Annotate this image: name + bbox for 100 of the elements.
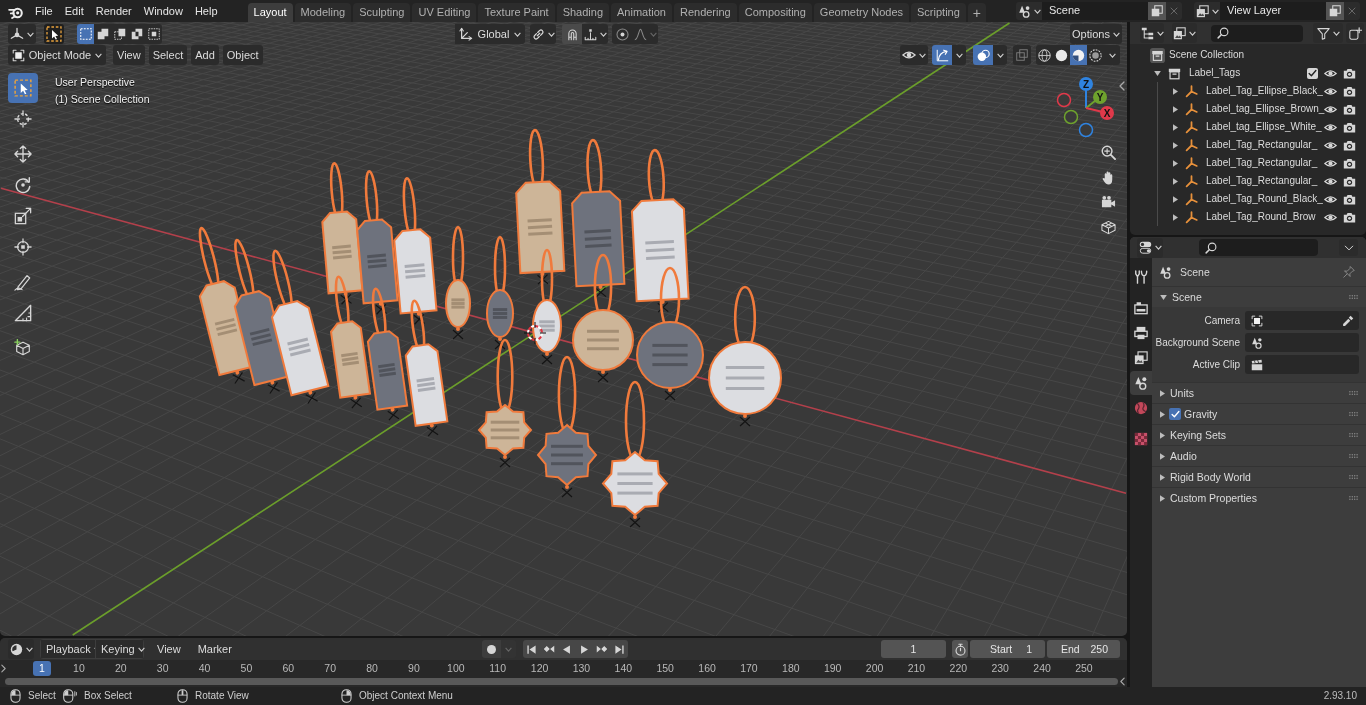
ring-icon[interactable] xyxy=(1063,109,1079,125)
end-frame-field[interactable]: End 250 xyxy=(1047,640,1120,658)
menu-dropdown[interactable]: Playback xyxy=(41,640,95,658)
outliner-item[interactable]: Label_tag_Ellipse_Brown_ xyxy=(1206,103,1325,115)
shading-mode-button[interactable] xyxy=(1087,45,1104,65)
checkbox[interactable] xyxy=(1307,67,1318,79)
clip-field[interactable] xyxy=(1245,355,1359,374)
camera-icon[interactable] xyxy=(1343,120,1356,134)
playhead[interactable]: 1 xyxy=(33,661,51,676)
add-workspace-button[interactable]: + xyxy=(967,3,986,22)
shading-mode-button[interactable] xyxy=(1036,45,1053,65)
ring-icon[interactable] xyxy=(1078,122,1094,138)
axis-handle[interactable]: Z xyxy=(1079,77,1093,109)
new-collection-button[interactable] xyxy=(1346,23,1364,43)
start-frame-field[interactable]: Start 1 xyxy=(970,640,1045,658)
scrollbar[interactable] xyxy=(5,678,1118,685)
options-dropdown[interactable] xyxy=(1339,239,1358,256)
outliner-item[interactable]: Label_Tag_Ellipse_Black_ xyxy=(1206,85,1323,97)
disclosure-triangle-icon[interactable] xyxy=(1173,141,1178,149)
drag-handle-icon[interactable] xyxy=(1349,433,1358,437)
view-layer-dropdown[interactable] xyxy=(1172,23,1197,43)
workspace-tab[interactable]: Scripting xyxy=(911,3,966,22)
editor-type-button[interactable] xyxy=(8,24,36,44)
view-layer-browse-button[interactable] xyxy=(1194,2,1220,20)
drag-handle-icon[interactable] xyxy=(1349,475,1358,479)
disclosure-triangle-icon[interactable] xyxy=(1173,159,1178,167)
disclosure-triangle-icon[interactable] xyxy=(1160,431,1165,439)
menu-item[interactable]: Help xyxy=(188,1,224,21)
menu-item[interactable]: View xyxy=(113,45,145,65)
workspace-tab[interactable]: Shading xyxy=(556,3,610,22)
panel-title[interactable]: Custom Properties xyxy=(1170,491,1257,505)
disclosure-triangle-icon[interactable] xyxy=(1160,494,1165,502)
disclosure-triangle-icon[interactable] xyxy=(1160,294,1167,300)
visibility-dropdown[interactable] xyxy=(900,45,928,65)
menu-item[interactable]: Add xyxy=(191,45,219,65)
disclosure-triangle-icon[interactable] xyxy=(1160,473,1165,481)
checkbox[interactable] xyxy=(1169,408,1181,420)
new-view-layer-button[interactable] xyxy=(1326,2,1344,20)
outliner-item[interactable]: Label_Tags xyxy=(1189,67,1241,79)
xray-toggle[interactable] xyxy=(1013,45,1031,65)
mode-dropdown[interactable]: Object Mode xyxy=(8,45,106,65)
falloff-dropdown[interactable] xyxy=(632,24,658,44)
workspace-tab[interactable]: Texture Paint xyxy=(478,3,555,22)
camera-icon[interactable] xyxy=(1343,138,1356,152)
menu-dropdown[interactable]: Keying xyxy=(95,640,143,658)
menu-item[interactable]: Render xyxy=(89,1,138,21)
panel-title[interactable]: Rigid Body World xyxy=(1170,470,1251,484)
selection-mode-button[interactable] xyxy=(145,24,162,44)
search-field[interactable] xyxy=(1211,24,1303,42)
outliner-item[interactable]: Label_Tag_Rectangular_ xyxy=(1206,157,1318,169)
camera-icon[interactable] xyxy=(1343,102,1357,116)
disclosure-triangle-icon[interactable] xyxy=(1160,389,1165,397)
disclosure-triangle-icon[interactable] xyxy=(1173,87,1178,95)
eyedropper-icon[interactable] xyxy=(1342,314,1354,327)
scene-field[interactable] xyxy=(1245,333,1359,352)
menu-item[interactable]: Edit xyxy=(58,1,90,21)
chevron-icon[interactable] xyxy=(1,664,6,673)
workspace-tab[interactable]: Layout xyxy=(247,3,293,22)
workspace-tab[interactable]: Rendering xyxy=(673,3,737,22)
selection-mode-button[interactable] xyxy=(128,24,145,44)
ring-icon[interactable] xyxy=(1056,92,1072,108)
selection-mode-button[interactable] xyxy=(111,24,128,44)
workspace-tab[interactable]: Modeling xyxy=(294,3,352,22)
workspace-tab[interactable]: UV Editing xyxy=(412,3,477,22)
disclosure-triangle-icon[interactable] xyxy=(1154,70,1161,76)
disclosure-triangle-icon[interactable] xyxy=(1173,123,1178,131)
disclosure-triangle-icon[interactable] xyxy=(1160,452,1165,460)
gizmo-dropdown[interactable] xyxy=(952,45,966,65)
disclosure-triangle-icon[interactable] xyxy=(1173,195,1178,203)
jump-to-start-button[interactable] xyxy=(523,640,541,658)
camera-icon[interactable] xyxy=(1343,66,1356,80)
drag-handle-icon[interactable] xyxy=(1349,391,1358,395)
workspace-tab[interactable]: Compositing xyxy=(738,3,812,22)
menu-item[interactable]: File xyxy=(29,1,59,21)
options-dropdown[interactable]: Options xyxy=(1070,24,1122,44)
axis-handle[interactable]: Y xyxy=(1085,90,1107,109)
drag-handle-icon[interactable] xyxy=(1349,412,1358,416)
properties-tab[interactable] xyxy=(1130,371,1152,395)
filter-dropdown[interactable] xyxy=(1313,23,1343,43)
menu-item[interactable]: Window xyxy=(137,1,189,21)
menu-item[interactable]: Select xyxy=(148,45,188,65)
chevron-icon[interactable] xyxy=(1120,677,1125,686)
camera-icon[interactable] xyxy=(1343,84,1356,98)
panel-title[interactable]: Audio xyxy=(1170,449,1197,463)
scene-name-field[interactable]: Scene xyxy=(1042,2,1148,20)
outliner-item[interactable]: Scene Collection xyxy=(1169,49,1245,61)
axis-handle[interactable]: X xyxy=(1085,106,1114,120)
camera-icon[interactable] xyxy=(1343,210,1356,224)
display-mode-dropdown[interactable] xyxy=(1140,23,1164,43)
overlays-dropdown[interactable] xyxy=(993,45,1007,65)
outliner-item[interactable]: Label_tag_Ellipse_White_ xyxy=(1206,121,1322,133)
record-button[interactable] xyxy=(482,640,501,658)
outliner-item[interactable]: Label_Tag_Round_Brow xyxy=(1206,211,1316,223)
shading-mode-button[interactable] xyxy=(1070,45,1087,65)
disclosure-triangle-icon[interactable] xyxy=(1173,177,1178,185)
overlays-toggle[interactable] xyxy=(973,45,993,65)
shading-dropdown[interactable] xyxy=(1104,45,1120,65)
drag-handle-icon[interactable] xyxy=(1349,454,1358,458)
disclosure-triangle-icon[interactable] xyxy=(1173,105,1178,113)
panel-title[interactable]: Units xyxy=(1170,386,1194,400)
